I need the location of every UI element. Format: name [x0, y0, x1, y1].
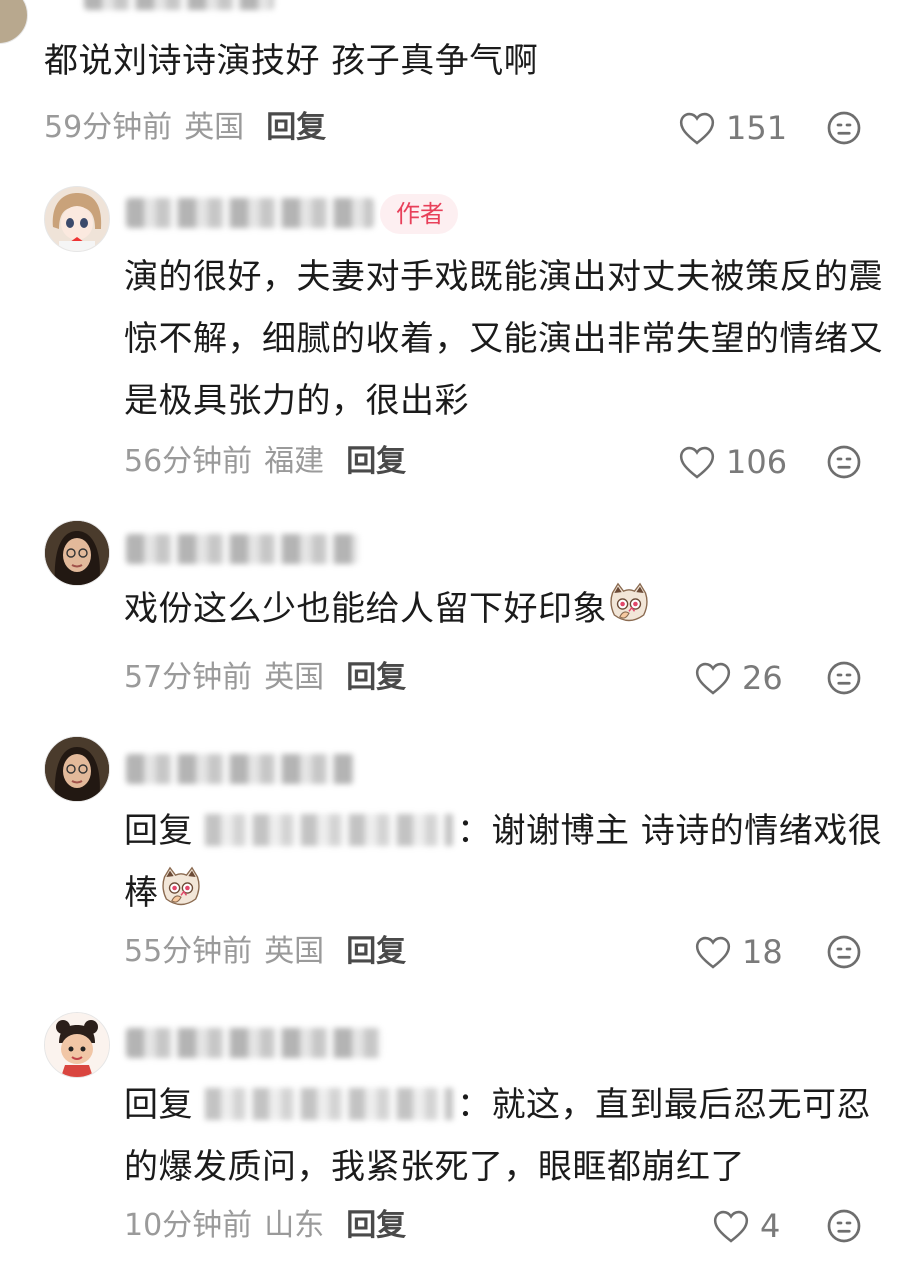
comment-meta: 56分钟前 福建 回复 [124, 442, 406, 482]
comment-time: 57分钟前 [124, 660, 253, 695]
like-button[interactable]: 106 [678, 442, 787, 482]
username-blurred[interactable] [126, 534, 358, 564]
portrait-avatar-icon [45, 521, 109, 585]
comment-text: 都说刘诗诗演技好 孩子真争气啊 [44, 41, 539, 81]
neutral-face-icon[interactable] [826, 110, 862, 146]
comment-meta: 55分钟前 英国 回复 [124, 932, 406, 972]
reply-target-blurred[interactable] [205, 814, 453, 846]
avatar[interactable] [44, 1012, 110, 1078]
neutral-face-icon[interactable] [826, 934, 862, 970]
heart-outline-icon [713, 1210, 749, 1243]
neutral-face-icon[interactable] [826, 660, 862, 696]
avatar[interactable] [44, 186, 110, 252]
comment-location: 福建 [264, 444, 325, 479]
reply-button[interactable]: 回复 [346, 660, 406, 695]
portrait-avatar-icon [45, 737, 109, 801]
comment-item: 都说刘诗诗演技好 孩子真争气啊 59分钟前 英国 回复 151 [0, 0, 922, 160]
comment-text: 戏份这么少也能给人留下好印象 [124, 578, 884, 640]
author-badge: 作者 [380, 194, 458, 234]
cat-emoji-icon [610, 582, 648, 622]
cartoon-avatar-icon [45, 1013, 109, 1077]
username-blurred[interactable] [84, 0, 274, 10]
reply-prefix: 回复 [124, 1085, 193, 1125]
heart-outline-icon [695, 662, 731, 695]
comment-location: 英国 [264, 934, 325, 969]
heart-outline-icon [679, 446, 715, 479]
comment-text: 回复 ：谢谢博主 诗诗的情绪戏很棒 [124, 800, 884, 924]
username-blurred[interactable] [126, 754, 354, 784]
comment-time: 56分钟前 [124, 444, 253, 479]
reply-prefix: 回复 [124, 811, 193, 851]
reply-target-blurred[interactable] [205, 1088, 453, 1120]
reply-button[interactable]: 回复 [346, 934, 406, 969]
like-count: 18 [742, 933, 783, 971]
comment-text: 回复 ：就这，直到最后忍无可忍的爆发质问，我紧张死了，眼眶都崩红了 [124, 1074, 884, 1198]
like-count: 151 [726, 109, 788, 147]
like-button[interactable]: 26 [694, 658, 783, 698]
avatar[interactable] [0, 0, 28, 44]
cat-emoji-icon [161, 866, 200, 906]
reply-button[interactable]: 回复 [266, 110, 326, 145]
comment-time: 59分钟前 [44, 110, 173, 145]
avatar[interactable] [44, 736, 110, 802]
like-button[interactable]: 18 [694, 932, 783, 972]
comment-time: 55分钟前 [124, 934, 253, 969]
comment-location: 山东 [264, 1208, 325, 1243]
anime-girl-avatar-icon [45, 187, 109, 251]
comment-text: 演的很好，夫妻对手戏既能演出对丈夫被策反的震惊不解，细腻的收着，又能演出非常失望… [124, 257, 883, 421]
comment-location: 英国 [184, 110, 245, 145]
comment-text-content: 戏份这么少也能给人留下好印象 [124, 589, 607, 629]
neutral-face-icon[interactable] [826, 1208, 862, 1244]
heart-outline-icon [679, 112, 715, 145]
like-count: 4 [760, 1207, 781, 1245]
comment-item: 回复 ：谢谢博主 诗诗的情绪戏很棒 55分钟前 英国 回复 18 [0, 732, 922, 992]
heart-outline-icon [695, 936, 731, 969]
comment-meta: 10分钟前 山东 回复 [124, 1206, 406, 1246]
like-button[interactable]: 151 [678, 108, 787, 148]
like-count: 106 [726, 443, 788, 481]
neutral-face-icon[interactable] [826, 444, 862, 480]
avatar[interactable] [44, 520, 110, 586]
comment-item: 作者 演的很好，夫妻对手戏既能演出对丈夫被策反的震惊不解，细腻的收着，又能演出非… [0, 180, 922, 500]
reply-button[interactable]: 回复 [346, 1208, 406, 1243]
reply-button[interactable]: 回复 [346, 444, 406, 479]
comment-time: 10分钟前 [124, 1208, 253, 1243]
comment-meta: 57分钟前 英国 回复 [124, 658, 406, 698]
comment-location: 英国 [264, 660, 325, 695]
comment-item: 回复 ：就这，直到最后忍无可忍的爆发质问，我紧张死了，眼眶都崩红了 10分钟前 山东… [0, 1008, 922, 1280]
username-blurred[interactable] [126, 198, 374, 228]
username-blurred[interactable] [126, 1028, 382, 1058]
comment-item: 戏份这么少也能给人留下好印象 57分钟前 英国 回复 26 [0, 516, 922, 716]
comment-meta: 59分钟前 英国 回复 [44, 108, 326, 148]
like-count: 26 [742, 659, 783, 697]
like-button[interactable]: 4 [712, 1206, 780, 1246]
